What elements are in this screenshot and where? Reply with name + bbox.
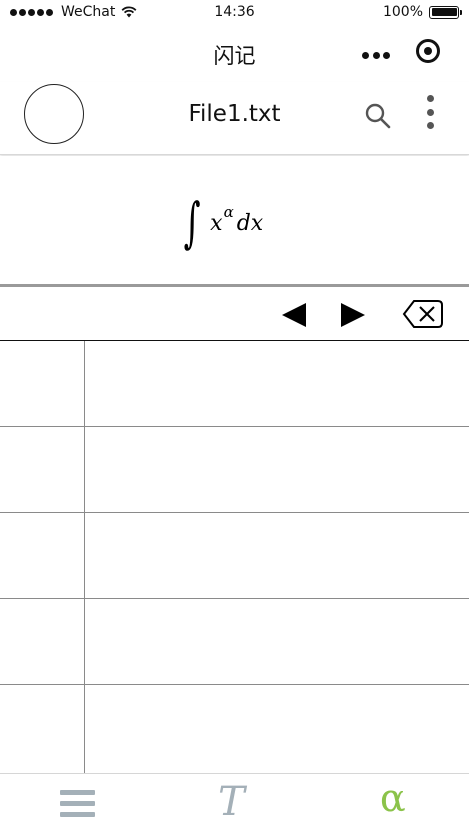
formula-exponent: α <box>223 203 234 221</box>
formula-preview: ∫ x α dx <box>0 156 469 284</box>
cursor-left-icon[interactable] <box>280 301 308 329</box>
battery-icon <box>429 5 462 19</box>
grid-cell-content[interactable] <box>86 513 469 598</box>
backspace-icon[interactable] <box>402 299 444 329</box>
grid-cell-label[interactable] <box>0 341 85 426</box>
formula-base: x <box>210 210 223 236</box>
nav-bar: 闪记 <box>0 26 469 82</box>
tab-menu[interactable] <box>0 774 156 833</box>
grid-row <box>0 513 469 599</box>
menu-icon <box>60 790 95 817</box>
integral-sign: ∫ <box>183 191 201 254</box>
tab-text[interactable]: T <box>156 774 312 833</box>
close-miniprogram-icon[interactable] <box>416 39 440 63</box>
status-bar: WeChat 14:36 100% <box>0 0 469 26</box>
grid-row <box>0 341 469 427</box>
search-icon[interactable] <box>364 102 392 130</box>
grid-row <box>0 685 469 773</box>
grid-row <box>0 427 469 513</box>
grid-cell-content[interactable] <box>86 685 469 773</box>
formula-differential: dx <box>236 210 264 236</box>
tab-bar: T α <box>0 773 469 833</box>
grid-cell-label[interactable] <box>0 513 85 598</box>
grid-cell-label[interactable] <box>0 427 85 512</box>
status-right: 100% <box>382 4 462 20</box>
alpha-icon: α <box>380 776 406 820</box>
cursor-right-icon[interactable] <box>339 301 367 329</box>
grid-cell-label[interactable] <box>0 599 85 684</box>
grid-cell-content[interactable] <box>86 599 469 684</box>
grid-row <box>0 599 469 685</box>
formula: ∫ x α dx <box>178 191 264 254</box>
text-icon: T <box>218 779 245 825</box>
file-title: File1.txt <box>188 101 281 127</box>
tab-symbol[interactable]: α <box>312 774 468 833</box>
app-header: File1.txt <box>0 82 469 155</box>
screen: WeChat 14:36 100% 闪记 File1.txt ∫ x α dx … <box>0 0 469 833</box>
nav-title: 闪记 <box>213 44 256 68</box>
symbol-grid <box>0 341 469 773</box>
edit-toolbar <box>0 287 469 341</box>
grid-cell-label[interactable] <box>0 685 85 773</box>
grid-cell-content[interactable] <box>86 341 469 426</box>
more-options-icon[interactable] <box>362 50 390 60</box>
grid-cell-content[interactable] <box>86 427 469 512</box>
battery-percentage: 100% <box>382 4 423 20</box>
kebab-menu-icon[interactable] <box>425 95 435 129</box>
